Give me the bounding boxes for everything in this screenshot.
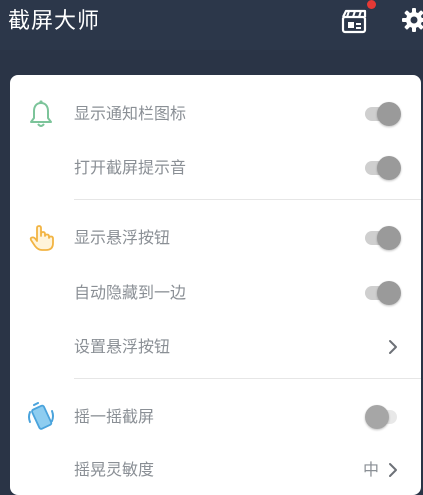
auto-hide-edge-toggle[interactable] <box>365 281 401 305</box>
setting-label: 自动隐藏到一边 <box>74 283 187 302</box>
app-title: 截屏大师 <box>8 9 101 34</box>
notification-badge <box>367 0 376 9</box>
setting-shake-sensitivity[interactable]: 摇晃灵敏度 中 <box>10 445 421 495</box>
sensitivity-value: 中 <box>362 460 379 479</box>
shake-screenshot-toggle[interactable] <box>365 405 401 429</box>
chevron-right-icon <box>389 463 397 477</box>
setting-label: 设置悬浮按钮 <box>74 337 171 356</box>
bell-icon <box>30 100 52 127</box>
show-notification-icon-toggle[interactable] <box>365 102 401 126</box>
section-divider <box>74 378 421 379</box>
setting-auto-hide-edge[interactable]: 自动隐藏到一边 <box>10 268 421 318</box>
screenshot-sound-toggle[interactable] <box>365 156 401 180</box>
hand-pointer-icon <box>29 225 54 251</box>
app-header: 截屏大师 <box>0 0 423 50</box>
setting-show-notification-icon[interactable]: 显示通知栏图标 <box>10 89 421 139</box>
chevron-right-icon <box>389 340 397 354</box>
setting-label: 摇一摇截屏 <box>74 407 155 426</box>
setting-shake-screenshot[interactable]: 摇一摇截屏 <box>10 392 421 442</box>
setting-label: 显示通知栏图标 <box>74 104 187 123</box>
clapperboard-icon[interactable] <box>340 8 370 36</box>
shake-phone-icon <box>28 402 54 430</box>
setting-label: 摇晃灵敏度 <box>74 460 155 479</box>
setting-screenshot-sound[interactable]: 打开截屏提示音 <box>10 143 421 193</box>
setting-label: 打开截屏提示音 <box>74 158 187 177</box>
section-divider <box>74 199 421 200</box>
setting-label: 显示悬浮按钮 <box>74 228 171 247</box>
setting-show-floating-button[interactable]: 显示悬浮按钮 <box>10 213 421 263</box>
show-floating-button-toggle[interactable] <box>365 226 401 250</box>
settings-card: 显示通知栏图标 打开截屏提示音 显示悬浮按钮 自动隐藏到一边 设置悬浮按钮 摇一… <box>10 75 421 495</box>
gear-icon[interactable] <box>401 6 423 34</box>
setting-configure-floating-button[interactable]: 设置悬浮按钮 <box>10 322 421 372</box>
